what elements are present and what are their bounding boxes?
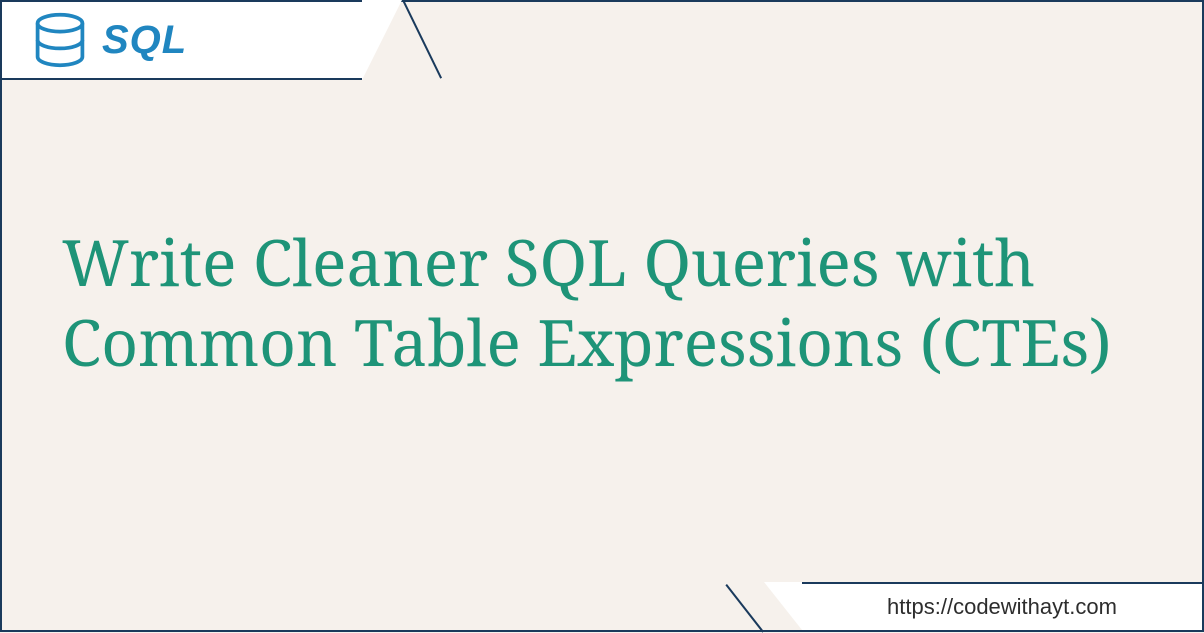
database-icon bbox=[32, 12, 88, 68]
logo-tab: SQL bbox=[2, 2, 362, 80]
page-title: Write Cleaner SQL Queries with Common Ta… bbox=[62, 222, 1142, 382]
footer-tab: https://codewithayt.com bbox=[802, 582, 1202, 630]
logo-text: SQL bbox=[102, 18, 187, 63]
footer-url: https://codewithayt.com bbox=[887, 594, 1117, 620]
